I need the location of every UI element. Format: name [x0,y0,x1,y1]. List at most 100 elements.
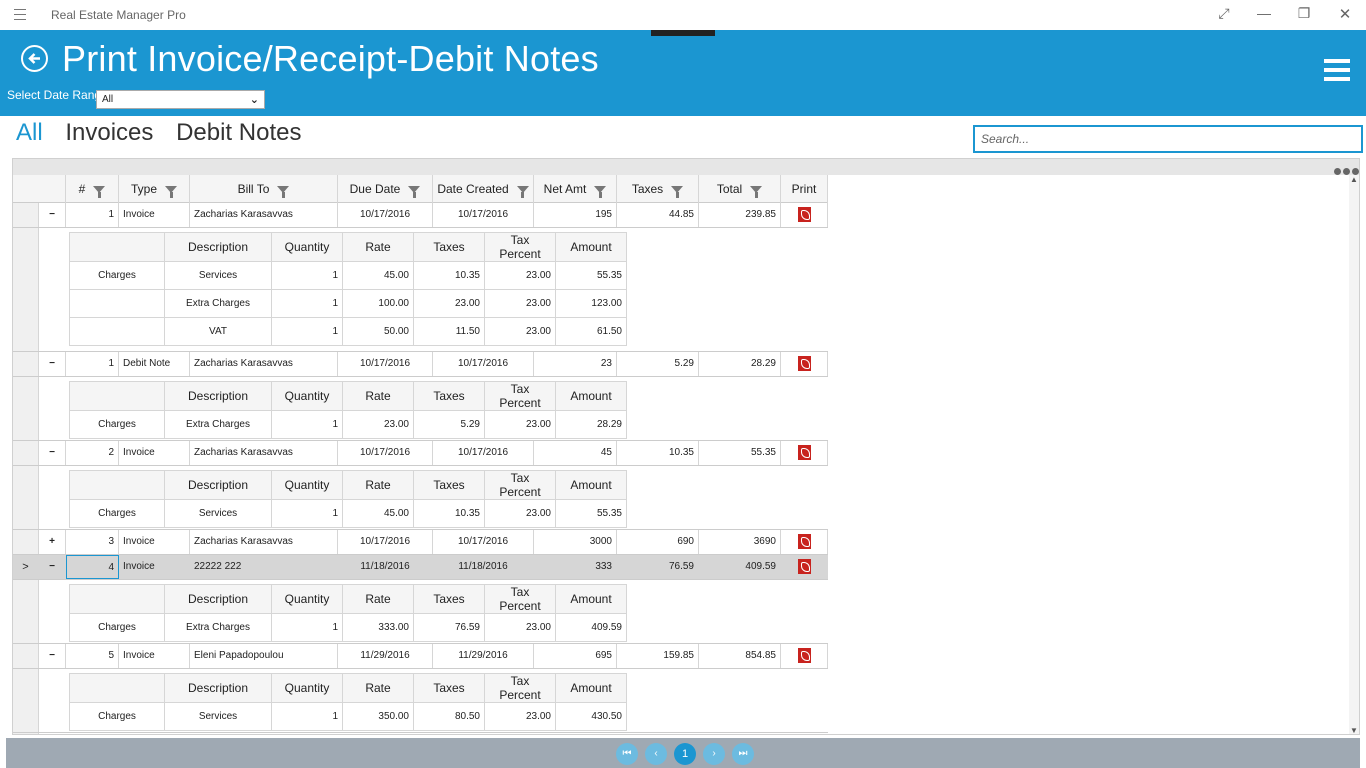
row-expander-button[interactable]: − [39,203,66,227]
vertical-scrollbar[interactable]: ▲ ▼ [1349,175,1359,734]
pdf-icon[interactable] [797,356,811,371]
restore-icon[interactable]: ❐ [1294,5,1314,22]
pdf-icon[interactable] [797,445,811,460]
column-header-total[interactable]: Total [699,175,781,203]
detail-pct: 23.00 [484,702,556,731]
detail-cat: Charges [69,613,165,642]
detail-column-header: Description [164,381,272,411]
detail-desc: Extra Charges [164,613,272,642]
column-header-date-created[interactable]: Date Created [433,175,534,203]
last-page-button[interactable]: ⏭ [732,743,754,765]
print-button[interactable] [781,352,828,376]
tab-all[interactable]: All [16,119,43,146]
invoice-row[interactable]: −1 Debit Note Zacharias Karasavvas 10/17/20… [13,352,828,377]
page-number-button[interactable]: 1 [674,743,696,765]
row-expander-button[interactable]: + [39,530,66,554]
cell-taxes: 5.29 [617,352,699,376]
detail-rate: 45.00 [342,499,414,528]
first-page-button[interactable]: ⏮ [616,743,638,765]
row-expander-button[interactable]: − [39,441,66,465]
filter-icon[interactable] [93,186,106,199]
next-page-button[interactable]: › [703,743,725,765]
scroll-down-icon[interactable]: ▼ [1350,726,1358,734]
cell-taxes: 159.85 [617,644,699,668]
cell-num: 3 [66,530,119,554]
column-header-print[interactable]: Print [781,175,828,203]
grid-toolbar [13,159,1359,175]
print-button[interactable] [781,530,828,554]
scroll-up-icon[interactable]: ▲ [1350,175,1358,184]
minimize-icon[interactable]: — [1254,5,1274,21]
detail-column-header: Tax Percent [484,232,556,262]
filter-icon[interactable] [594,186,607,199]
print-button[interactable] [781,644,828,668]
invoice-grid: ▲ ▼ # Type Bill To Due Date Date Created Net A… [12,158,1360,735]
cell-type: Invoice [119,530,190,554]
invoice-row[interactable]: −5 Invoice Eleni Papadopoulou 11/29/2016 11/… [13,644,828,669]
row-expander-button[interactable]: − [39,555,66,579]
cell-created: 10/17/2016 [433,441,534,465]
cell-num: 4 [66,555,119,579]
pdf-icon[interactable] [797,559,811,574]
pdf-icon[interactable] [797,648,811,663]
detail-desc: VAT [164,317,272,346]
detail-category-header [69,381,165,411]
menu-icon[interactable] [1324,59,1350,85]
column-header-type[interactable]: Type [119,175,190,203]
cell-bill-to: Zacharias Karasavvas [190,441,338,465]
cell-num: 1 [66,203,119,227]
detail-taxes: 23.00 [413,289,485,318]
invoice-row[interactable]: +3 Invoice Zacharias Karasavvas 10/17/2016 1… [13,530,828,555]
print-button[interactable] [781,555,828,579]
cell-net: 333 [534,555,617,579]
detail-column-header: Amount [555,673,627,703]
detail-cat: Charges [69,410,165,439]
hamburger-icon[interactable] [14,9,26,20]
pager: ⏮ ‹ 1 › ⏭ [6,738,1360,768]
pdf-icon[interactable] [797,534,811,549]
tab-invoices[interactable]: Invoices [65,119,153,146]
print-button[interactable] [781,441,828,465]
fullscreen-icon[interactable]: ⤢ [1214,5,1234,22]
row-expander-button[interactable]: − [39,352,66,376]
cell-due: 11/29/2016 [338,644,433,668]
search-input[interactable]: Search... [973,125,1363,153]
cell-bill-to: Eleni Papadopoulou [190,644,338,668]
back-button[interactable] [21,45,48,72]
current-row-indicator: > [13,555,39,579]
date-range-select[interactable]: All ⌄ [96,90,265,109]
detail-column-header: Amount [555,232,627,262]
column-header--[interactable]: # [66,175,119,203]
column-header-due-date[interactable]: Due Date [338,175,433,203]
detail-column-header: Quantity [271,673,343,703]
column-header-net-amt[interactable]: Net Amt [534,175,617,203]
column-header-bill-to[interactable]: Bill To [190,175,338,203]
filter-icon[interactable] [671,186,684,199]
invoice-row[interactable]: > −4 Invoice 22222 222 11/18/2016 11/18/2016 3… [13,555,828,580]
tab-debit-notes[interactable]: Debit Notes [176,119,301,146]
filter-icon[interactable] [165,186,177,199]
filter-icon[interactable] [277,186,290,199]
cell-net: 23 [534,352,617,376]
detail-column-header: Tax Percent [484,584,556,614]
invoice-row[interactable]: −1 Invoice Zacharias Karasavvas 10/17/2016 1… [13,203,828,228]
prev-page-button[interactable]: ‹ [645,743,667,765]
cell-taxes: 690 [617,530,699,554]
filter-icon[interactable] [750,186,763,199]
detail-pct: 23.00 [484,499,556,528]
cell-taxes: 10.35 [617,441,699,465]
column-header-label: Total [716,182,743,196]
invoice-row[interactable]: −2 Invoice Zacharias Karasavvas 10/17/2016 1… [13,441,828,466]
cell-type: Invoice [119,555,190,579]
print-button[interactable] [781,203,828,227]
detail-rate: 50.00 [342,317,414,346]
pdf-icon[interactable] [797,207,811,222]
close-icon[interactable]: ✕ [1335,5,1355,23]
filter-tabs: All Invoices Debit Notes [16,119,317,147]
detail-column-header: Amount [555,381,627,411]
filter-icon[interactable] [516,186,529,199]
row-expander-button[interactable]: − [39,644,66,668]
column-header-taxes[interactable]: Taxes [617,175,699,203]
filter-icon[interactable] [408,186,421,199]
column-header-label: Bill To [237,182,270,196]
